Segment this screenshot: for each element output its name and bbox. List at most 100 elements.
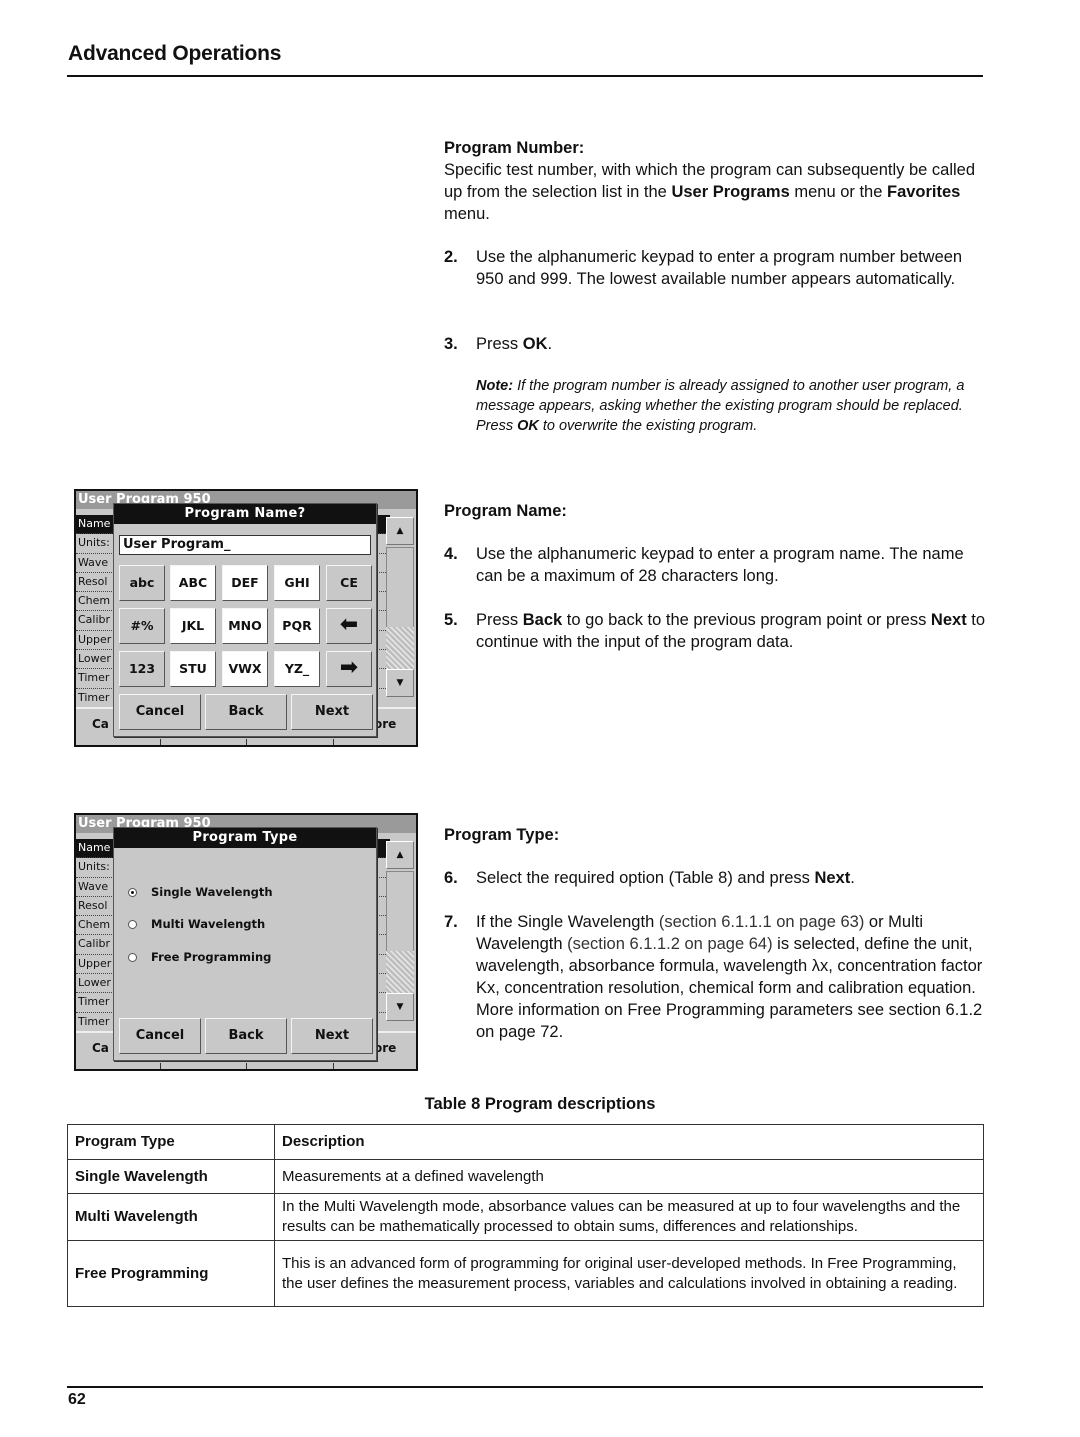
program-name-screen: User Program 950 Name Units: Wave Resol … [74, 489, 418, 747]
table-row: Single Wavelength Measurements at a defi… [67, 1159, 984, 1194]
page-number: 62 [68, 1391, 86, 1408]
divider [333, 1063, 334, 1069]
ok-term: OK [522, 335, 548, 353]
arrow-left-icon[interactable]: ⬅ [326, 608, 372, 644]
option-multi-wavelength[interactable]: Multi Wavelength [128, 917, 265, 931]
step-number: 6. [444, 869, 458, 887]
table-caption: Table 8 Program descriptions [424, 1095, 656, 1113]
table-row: Free Programming This is an advanced for… [67, 1240, 984, 1307]
scroll-up-icon[interactable]: ▲ [386, 841, 414, 869]
step-3: 3. Press OK. [444, 333, 989, 355]
program-type-heading: Program Type: [444, 826, 560, 844]
program-type-dialog: Program Type Single Wavelength Multi Wav… [113, 827, 377, 1061]
radio-unselected-icon[interactable] [128, 920, 137, 929]
back-button[interactable]: Back [205, 694, 287, 730]
divider [246, 739, 247, 745]
scroll-down-icon[interactable]: ▼ [386, 993, 414, 1021]
page-header-title: Advanced Operations [68, 42, 282, 65]
option-single-wavelength[interactable]: Single Wavelength [128, 885, 273, 899]
arrow-right-icon[interactable]: ➡ [326, 651, 372, 687]
intro-text: menu or the [789, 183, 887, 201]
key-yz[interactable]: YZ_ [274, 651, 320, 687]
text: Press [476, 335, 523, 353]
program-name-heading: Program Name: [444, 502, 567, 520]
next-term: Next [930, 611, 967, 629]
key-symbols[interactable]: #% [119, 608, 165, 644]
option-free-programming[interactable]: Free Programming [128, 950, 271, 964]
scroll-up-icon[interactable]: ▲ [386, 517, 414, 545]
program-type-cell: Multi Wavelength [67, 1193, 275, 1241]
back-button[interactable]: Back [205, 1018, 287, 1054]
bottom-button-label[interactable]: ore [374, 1041, 396, 1055]
cross-reference-link[interactable]: (section 6.1.1.1 on page 63) [659, 913, 864, 931]
next-button[interactable]: Next [291, 1018, 373, 1054]
key-ce[interactable]: CE [326, 565, 372, 601]
step-text: Press Back to go back to the previous pr… [476, 609, 989, 653]
divider [333, 739, 334, 745]
key-def[interactable]: DEF [222, 565, 268, 601]
step-2: 2. Use the alphanumeric keypad to enter … [444, 246, 989, 290]
scroll-thumb[interactable] [386, 627, 414, 669]
radio-selected-icon[interactable] [128, 888, 137, 897]
description-cell: In the Multi Wavelength mode, absorbance… [274, 1193, 984, 1241]
cross-reference-link[interactable]: (section 6.1.1.2 on page 64) [567, 935, 772, 953]
step-5: 5. Press Back to go back to the previous… [444, 609, 989, 653]
key-stu[interactable]: STU [170, 651, 216, 687]
step-number: 2. [444, 248, 458, 266]
key-pqr[interactable]: PQR [274, 608, 320, 644]
note-text: to overwrite the existing program. [538, 418, 758, 434]
step-text: Press OK. [476, 333, 989, 355]
key-jkl[interactable]: JKL [170, 608, 216, 644]
step-7: 7. If the Single Wavelength (section 6.1… [444, 911, 989, 1043]
step-4: 4. Use the alphanumeric keypad to enter … [444, 543, 989, 587]
step-text: Use the alphanumeric keypad to enter a p… [476, 545, 964, 585]
program-type-cell: Free Programming [67, 1240, 275, 1307]
program-type-screen: User Program 950 Name Units: Wave Resol … [74, 813, 418, 1071]
ok-term: OK [517, 418, 539, 434]
header-rule [67, 75, 983, 77]
back-term: Back [522, 611, 563, 629]
scroll-down-icon[interactable]: ▼ [386, 669, 414, 697]
key-abc[interactable]: abc [119, 565, 165, 601]
cancel-button[interactable]: Cancel [119, 1018, 201, 1054]
text: Select the required option (Table 8) and… [476, 869, 815, 887]
program-name-input[interactable]: User Program_ [119, 535, 371, 555]
key-ghi[interactable]: GHI [274, 565, 320, 601]
program-number-intro: Specific test number, with which the pro… [444, 159, 989, 225]
key-mno[interactable]: MNO [222, 608, 268, 644]
cancel-button[interactable]: Cancel [119, 694, 201, 730]
column-header: Description [274, 1124, 984, 1160]
scrollbar[interactable]: ▲ ▼ [386, 517, 414, 697]
next-term: Next [814, 869, 851, 887]
step-number: 7. [444, 913, 458, 931]
description-cell: This is an advanced form of programming … [274, 1240, 984, 1307]
footer-rule [67, 1386, 983, 1388]
step-text: Use the alphanumeric keypad to enter a p… [476, 248, 963, 288]
step-number: 3. [444, 335, 458, 353]
bottom-button-label[interactable]: Ca [92, 717, 109, 731]
table-header-row: Program Type Description [67, 1124, 984, 1160]
text: Press [476, 611, 523, 629]
description-cell: Measurements at a defined wavelength [274, 1159, 984, 1194]
key-vwx[interactable]: VWX [222, 651, 268, 687]
scroll-thumb[interactable] [386, 951, 414, 993]
text: to go back to the previous program point… [562, 611, 931, 629]
next-button[interactable]: Next [291, 694, 373, 730]
bottom-button-label[interactable]: Ca [92, 1041, 109, 1055]
option-label: Single Wavelength [151, 885, 273, 899]
key-numeric[interactable]: 123 [119, 651, 165, 687]
radio-unselected-icon[interactable] [128, 953, 137, 962]
bottom-button-label[interactable]: ore [374, 717, 396, 731]
step-6: 6. Select the required option (Table 8) … [444, 867, 989, 889]
dialog-title: Program Name? [114, 504, 376, 524]
column-header: Program Type [67, 1124, 275, 1160]
text: If the Single Wavelength [476, 913, 659, 931]
program-number-heading: Program Number: [444, 139, 585, 157]
favorites-term: Favorites [887, 183, 961, 201]
program-name-dialog: Program Name? User Program_ abc ABC DEF … [113, 503, 377, 737]
scrollbar[interactable]: ▲ ▼ [386, 841, 414, 1021]
key-abc-upper[interactable]: ABC [170, 565, 216, 601]
option-label: Multi Wavelength [151, 917, 266, 931]
program-descriptions-table: Program Type Description Single Waveleng… [67, 1124, 984, 1307]
table-row: Multi Wavelength In the Multi Wavelength… [67, 1193, 984, 1241]
